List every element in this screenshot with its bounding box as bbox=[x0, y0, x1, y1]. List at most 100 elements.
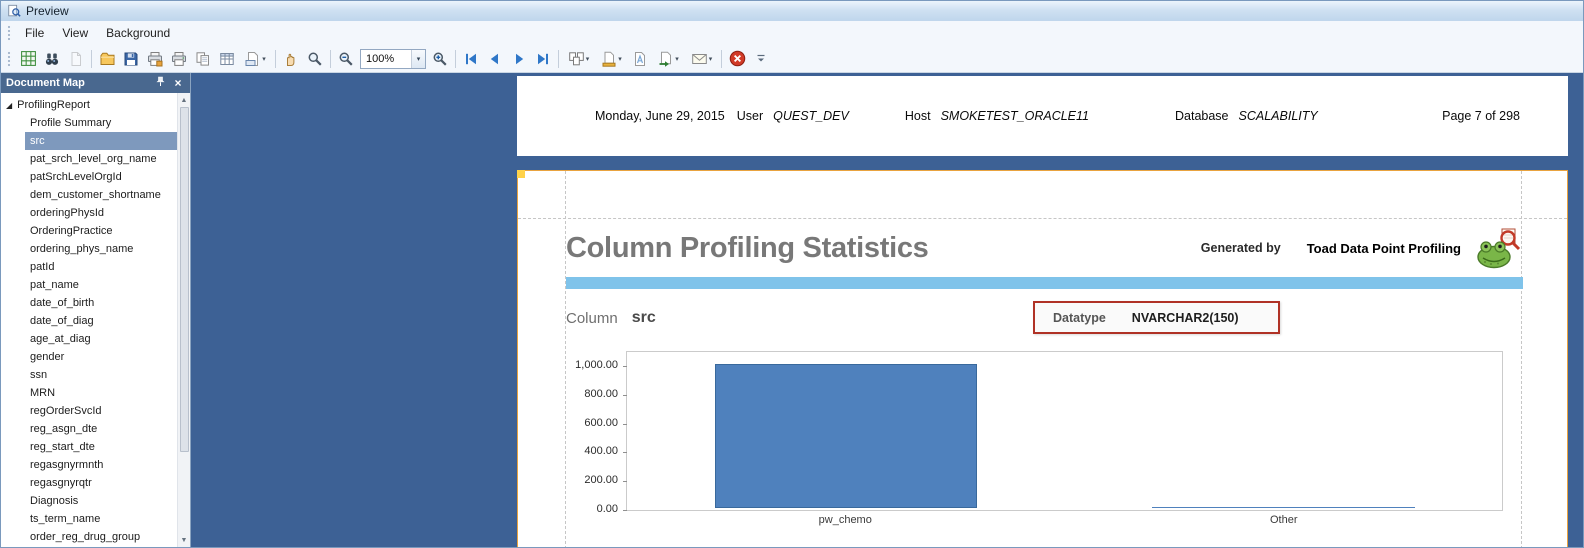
last-page-button[interactable] bbox=[531, 47, 555, 71]
save-button[interactable] bbox=[119, 47, 143, 71]
pagesetup-icon bbox=[245, 51, 259, 66]
tree-item-patid[interactable]: patId bbox=[1, 258, 177, 276]
find-button[interactable] bbox=[40, 47, 64, 71]
mail-icon bbox=[691, 53, 707, 64]
tree-item-pat-srch-level-org-name[interactable]: pat_srch_level_org_name bbox=[1, 150, 177, 168]
document-map-scrollbar[interactable]: ▲ ▼ bbox=[177, 93, 190, 547]
tree-item-regordersvcid[interactable]: regOrderSvcId bbox=[1, 402, 177, 420]
y-tick-mark bbox=[623, 423, 627, 425]
copy-button[interactable] bbox=[64, 47, 88, 71]
print-button[interactable] bbox=[167, 47, 191, 71]
pin-icon[interactable] bbox=[153, 76, 167, 90]
menu-grip[interactable] bbox=[7, 25, 12, 41]
tree-item-src[interactable]: src bbox=[25, 132, 177, 150]
tree-item-gender[interactable]: gender bbox=[1, 348, 177, 366]
export-pages-button[interactable] bbox=[191, 47, 215, 71]
close-icon[interactable]: × bbox=[171, 76, 185, 90]
document-map-panel: Document Map × ◢ ProfilingReport Profile S… bbox=[1, 73, 191, 547]
tree-item-reg-start-dte[interactable]: reg_start_dte bbox=[1, 438, 177, 456]
print-options-button[interactable] bbox=[143, 47, 167, 71]
tree-item-regasgnyrmnth[interactable]: regasgnyrmnth bbox=[1, 456, 177, 474]
user-label: User bbox=[736, 109, 764, 123]
chart-x-labels: pw_chemo Other bbox=[626, 514, 1503, 526]
y-tick-label: 0.00 bbox=[596, 503, 618, 515]
menu-background[interactable]: Background bbox=[97, 22, 179, 44]
y-tick-mark bbox=[623, 452, 627, 454]
tree-item-ts-term-name[interactable]: ts_term_name bbox=[1, 510, 177, 528]
scroll-up-icon[interactable]: ▲ bbox=[181, 94, 188, 106]
overflow-icon bbox=[757, 54, 765, 61]
expand-collapse-icon[interactable]: ◢ bbox=[6, 101, 12, 110]
y-tick-label: 1,000.00 bbox=[575, 359, 618, 371]
menu-bar: File View Background bbox=[1, 21, 1583, 45]
zoom-level-combo[interactable]: 100% ▾ bbox=[360, 48, 426, 69]
tree-item-age-at-diag[interactable]: age_at_diag bbox=[1, 330, 177, 348]
tree-item-patsrchlevelorgid[interactable]: patSrchLevelOrgId bbox=[1, 168, 177, 186]
tree-item-date-of-diag[interactable]: date_of_diag bbox=[1, 312, 177, 330]
page-number: Page 7 of 298 bbox=[1442, 109, 1520, 123]
page-color-button[interactable]: ▾ bbox=[595, 47, 628, 71]
tree-item-mrn[interactable]: MRN bbox=[1, 384, 177, 402]
toolbar-separator bbox=[558, 49, 559, 68]
binoculars-icon bbox=[45, 53, 59, 65]
dropdown-arrow-icon: ▾ bbox=[618, 55, 622, 63]
report-date: Monday, June 29, 2015 bbox=[595, 109, 725, 123]
printer-options-icon bbox=[148, 51, 163, 66]
zoom-value[interactable]: 100% bbox=[361, 53, 411, 65]
preview-canvas[interactable]: Monday, June 29, 2015 User QUEST_DEV Hos… bbox=[191, 73, 1583, 547]
export-document-button[interactable]: ▾ bbox=[652, 47, 685, 71]
tree-item-date-of-birth[interactable]: date_of_birth bbox=[1, 294, 177, 312]
tree-item-dem-customer-shortname[interactable]: dem_customer_shortname bbox=[1, 186, 177, 204]
first-page-button[interactable] bbox=[459, 47, 483, 71]
document-map-body: ◢ ProfilingReport Profile Summary src pat_sr… bbox=[1, 93, 190, 547]
thumbnails-button[interactable] bbox=[16, 47, 40, 71]
app-icon bbox=[7, 4, 21, 18]
accent-bar bbox=[566, 277, 1523, 289]
y-tick-label: 800.00 bbox=[584, 387, 618, 400]
close-preview-button[interactable] bbox=[725, 47, 749, 71]
printer-icon bbox=[172, 51, 186, 66]
scroll-down-icon[interactable]: ▼ bbox=[181, 534, 188, 546]
magnifier-button[interactable] bbox=[303, 47, 327, 71]
previous-page-button[interactable] bbox=[483, 47, 507, 71]
send-email-button[interactable]: ▾ bbox=[685, 47, 718, 71]
menu-file[interactable]: File bbox=[16, 22, 53, 44]
x-category-label: Other bbox=[1269, 514, 1298, 526]
scroll-thumb[interactable] bbox=[179, 107, 189, 452]
preview-window: Preview File View Background ▾ 100% ▾ ▾ ▾ ▾ ▾ … bbox=[0, 0, 1584, 548]
toolbar-options-button[interactable] bbox=[749, 47, 773, 71]
watermark-icon bbox=[635, 51, 645, 66]
watermark-button[interactable] bbox=[628, 47, 652, 71]
band-marker bbox=[517, 170, 525, 178]
tree-item-orderingphysid[interactable]: orderingPhysId bbox=[1, 204, 177, 222]
tree-item-diagnosis[interactable]: Diagnosis bbox=[1, 492, 177, 510]
toolbar-grip[interactable] bbox=[7, 50, 12, 67]
open-button[interactable] bbox=[95, 47, 119, 71]
page-setup-button[interactable]: ▾ bbox=[239, 47, 272, 71]
database-label: Database bbox=[1175, 109, 1229, 123]
menu-view[interactable]: View bbox=[53, 22, 97, 44]
scale-button[interactable] bbox=[215, 47, 239, 71]
hand-tool-button[interactable] bbox=[279, 47, 303, 71]
chart-y-axis: 0.00 200.00 400.00 600.00 800.00 1,000.00 bbox=[566, 351, 626, 515]
tree-item-ordering-phys-name[interactable]: ordering_phys_name bbox=[1, 240, 177, 258]
report-page-header-band: Monday, June 29, 2015 User QUEST_DEV Hos… bbox=[517, 76, 1568, 156]
y-tick-mark bbox=[623, 510, 627, 511]
tree-item-orderingpractice[interactable]: OrderingPractice bbox=[1, 222, 177, 240]
multiple-pages-button[interactable]: ▾ bbox=[562, 47, 595, 71]
zoom-dropdown-arrow-icon[interactable]: ▾ bbox=[411, 49, 425, 68]
y-tick-label: 400.00 bbox=[584, 445, 618, 458]
next-page-button[interactable] bbox=[507, 47, 531, 71]
main-area: Document Map × ◢ ProfilingReport Profile S… bbox=[1, 73, 1583, 547]
column-label: Column bbox=[566, 309, 618, 327]
tree-item-reg-asgn-dte[interactable]: reg_asgn_dte bbox=[1, 420, 177, 438]
tree-root-profilingreport[interactable]: ◢ ProfilingReport bbox=[1, 96, 177, 114]
tree-item-profile-summary[interactable]: Profile Summary bbox=[1, 114, 177, 132]
toolbar: ▾ 100% ▾ ▾ ▾ ▾ ▾ bbox=[1, 45, 1583, 73]
zoom-in-button[interactable] bbox=[428, 47, 452, 71]
zoom-out-button[interactable] bbox=[334, 47, 358, 71]
tree-item-order-reg-drug-group[interactable]: order_reg_drug_group bbox=[1, 528, 177, 546]
tree-item-pat-name[interactable]: pat_name bbox=[1, 276, 177, 294]
tree-item-ssn[interactable]: ssn bbox=[1, 366, 177, 384]
tree-item-regasgnyrqtr[interactable]: regasgnyrqtr bbox=[1, 474, 177, 492]
